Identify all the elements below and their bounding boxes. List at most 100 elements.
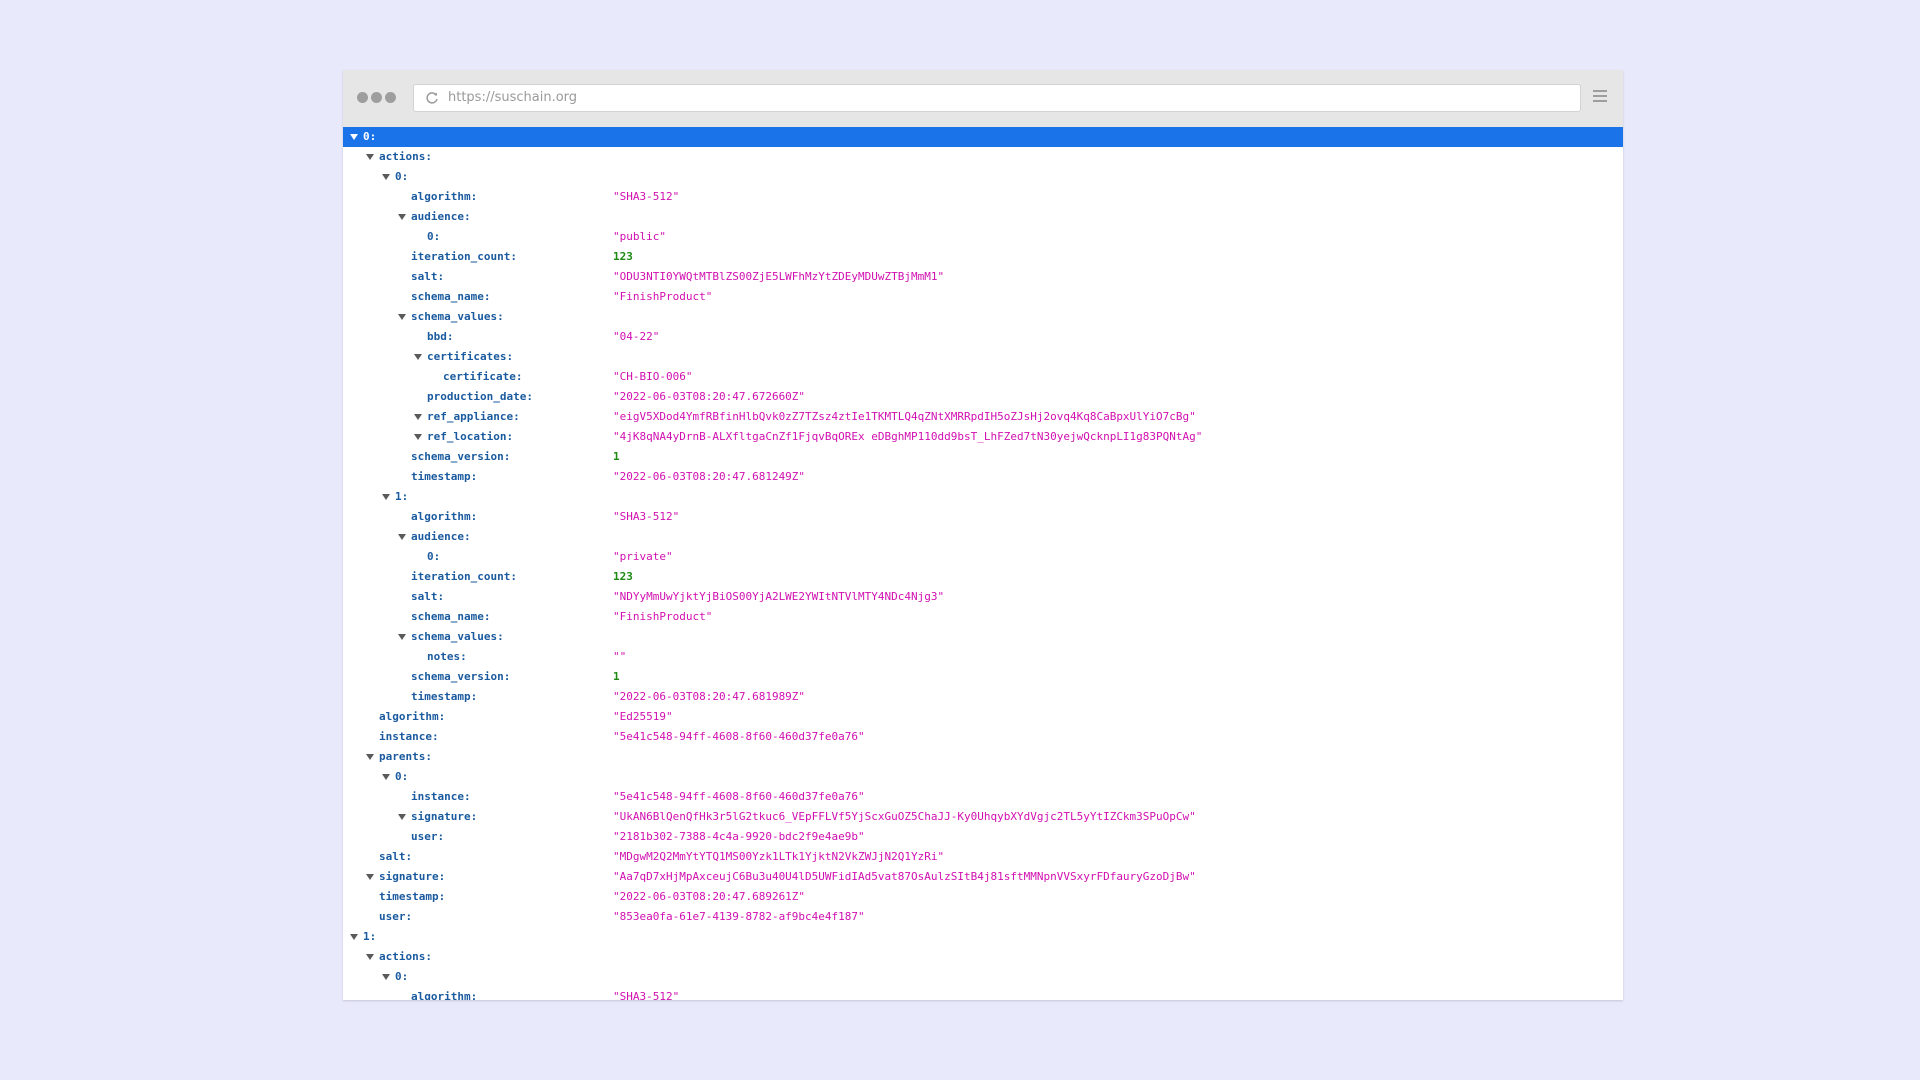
- expand-toggle-icon[interactable]: [413, 427, 423, 447]
- address-bar[interactable]: https://suschain.org: [413, 84, 1581, 112]
- json-row[interactable]: timestamp: "2022-06-03T08:20:47.689261Z": [343, 887, 1623, 907]
- expand-toggle-icon[interactable]: [413, 407, 423, 427]
- json-row[interactable]: audience:: [343, 207, 1623, 227]
- expand-toggle-icon[interactable]: [397, 307, 407, 327]
- json-row[interactable]: ref_location: "4jK8qNA4yDrnB-ALXfltgaCnZf…: [343, 427, 1623, 447]
- json-row[interactable]: iteration_count: 123: [343, 567, 1623, 587]
- json-row[interactable]: actions:: [343, 147, 1623, 167]
- json-key: 0:: [363, 130, 377, 143]
- json-row[interactable]: schema_name: "FinishProduct": [343, 607, 1623, 627]
- json-row[interactable]: timestamp: "2022-06-03T08:20:47.681989Z": [343, 687, 1623, 707]
- expand-toggle-icon[interactable]: [397, 527, 407, 547]
- reload-icon[interactable]: [424, 90, 440, 106]
- json-value: "04-22": [613, 330, 660, 343]
- json-row[interactable]: actions:: [343, 947, 1623, 967]
- json-value: 1: [613, 450, 620, 463]
- json-value: "FinishProduct": [613, 610, 713, 623]
- expand-toggle-icon[interactable]: [349, 927, 359, 947]
- json-value: "853ea0fa-61e7-4139-8782-af9bc4e4f187": [613, 910, 865, 923]
- json-key: audience:: [411, 530, 471, 543]
- json-row[interactable]: 0: "private": [343, 547, 1623, 567]
- json-key: schema_version:: [411, 450, 511, 463]
- json-row[interactable]: certificate: "CH-BIO-006": [343, 367, 1623, 387]
- json-key: production_date:: [427, 390, 533, 403]
- json-row[interactable]: salt: "MDgwM2Q2MmYtYTQ1MS00Yzk1LTk1YjktN2…: [343, 847, 1623, 867]
- json-key: notes:: [427, 650, 467, 663]
- json-key: signature:: [379, 870, 446, 883]
- json-row[interactable]: timestamp: "2022-06-03T08:20:47.681249Z": [343, 467, 1623, 487]
- json-row[interactable]: certificates:: [343, 347, 1623, 367]
- expand-toggle-icon[interactable]: [365, 747, 375, 767]
- expand-toggle-icon[interactable]: [381, 767, 391, 787]
- expand-toggle-icon[interactable]: [413, 347, 423, 367]
- json-key: schema_values:: [411, 630, 504, 643]
- json-row[interactable]: instance: "5e41c548-94ff-4608-8f60-460d37…: [343, 727, 1623, 747]
- json-row[interactable]: production_date: "2022-06-03T08:20:47.672…: [343, 387, 1623, 407]
- json-row[interactable]: iteration_count: 123: [343, 247, 1623, 267]
- json-value: "NDYyMmUwYjktYjBiOS00YjA2LWE2YWItNTVlMTY…: [613, 590, 945, 603]
- json-value: "Aa7qD7xHjMpAxceujC6Bu3u40U4lD5UWFidIAd5…: [613, 870, 1196, 883]
- json-value: "CH-BIO-006": [613, 370, 693, 383]
- expand-toggle-icon[interactable]: [365, 147, 375, 167]
- json-row[interactable]: 1:: [343, 927, 1623, 947]
- expand-toggle-icon[interactable]: [349, 127, 359, 147]
- window-dot-3[interactable]: [385, 92, 396, 103]
- url-text: https://suschain.org: [448, 90, 578, 105]
- json-key: actions:: [379, 150, 432, 163]
- json-key: actions:: [379, 950, 432, 963]
- expand-toggle-icon[interactable]: [397, 807, 407, 827]
- json-key: 0:: [427, 550, 441, 563]
- json-row[interactable]: algorithm: "SHA3-512": [343, 987, 1623, 1000]
- json-row[interactable]: algorithm: "Ed25519": [343, 707, 1623, 727]
- json-key: algorithm:: [411, 190, 478, 203]
- json-key: 0:: [395, 770, 409, 783]
- expand-toggle-icon[interactable]: [365, 867, 375, 887]
- json-row[interactable]: user: "853ea0fa-61e7-4139-8782-af9bc4e4f1…: [343, 907, 1623, 927]
- json-row[interactable]: schema_version: 1: [343, 447, 1623, 467]
- json-row[interactable]: algorithm: "SHA3-512": [343, 187, 1623, 207]
- json-row[interactable]: 0:: [343, 167, 1623, 187]
- expand-toggle-icon[interactable]: [397, 627, 407, 647]
- json-row[interactable]: salt: "NDYyMmUwYjktYjBiOS00YjA2LWE2YWItNT…: [343, 587, 1623, 607]
- window-dot-2[interactable]: [371, 92, 382, 103]
- expand-toggle-icon[interactable]: [381, 167, 391, 187]
- json-value: "2022-06-03T08:20:47.689261Z": [613, 890, 806, 903]
- json-value: "private": [613, 550, 673, 563]
- json-row[interactable]: signature: "UkAN6BlQenQfHk3r5lG2tkuc6_VEp…: [343, 807, 1623, 827]
- json-row[interactable]: user: "2181b302-7388-4c4a-9920-bdc2f9e4ae…: [343, 827, 1623, 847]
- window-dot-1[interactable]: [357, 92, 368, 103]
- json-key: certificate:: [443, 370, 523, 383]
- json-row[interactable]: 1:: [343, 487, 1623, 507]
- json-row[interactable]: 0:: [343, 967, 1623, 987]
- json-row[interactable]: notes: "": [343, 647, 1623, 667]
- json-row[interactable]: algorithm: "SHA3-512": [343, 507, 1623, 527]
- json-row[interactable]: schema_version: 1: [343, 667, 1623, 687]
- json-key: schema_name:: [411, 290, 491, 303]
- json-row[interactable]: 0: "public": [343, 227, 1623, 247]
- json-key: salt:: [411, 270, 445, 283]
- json-row[interactable]: ref_appliance: "eigV5XDod4YmfRBfinHlbQvk0…: [343, 407, 1623, 427]
- browser-titlebar: https://suschain.org: [343, 70, 1623, 127]
- json-row[interactable]: schema_values:: [343, 307, 1623, 327]
- json-row[interactable]: audience:: [343, 527, 1623, 547]
- json-row[interactable]: bbd: "04-22": [343, 327, 1623, 347]
- json-row[interactable]: 0:: [343, 767, 1623, 787]
- expand-toggle-icon[interactable]: [381, 487, 391, 507]
- expand-toggle-icon[interactable]: [365, 947, 375, 967]
- json-row[interactable]: 0:: [343, 127, 1623, 147]
- json-key: salt:: [379, 850, 413, 863]
- json-row[interactable]: signature: "Aa7qD7xHjMpAxceujC6Bu3u40U4lD…: [343, 867, 1623, 887]
- menu-icon[interactable]: [1593, 90, 1607, 106]
- json-row[interactable]: salt: "ODU3NTI0YWQtMTBlZS00ZjE5LWFhMzYtZD…: [343, 267, 1623, 287]
- json-key: timestamp:: [411, 690, 478, 703]
- json-key: ref_appliance:: [427, 410, 520, 423]
- json-row[interactable]: parents:: [343, 747, 1623, 767]
- json-key: schema_version:: [411, 670, 511, 683]
- json-row[interactable]: schema_name: "FinishProduct": [343, 287, 1623, 307]
- json-key: 1:: [363, 930, 377, 943]
- expand-toggle-icon[interactable]: [397, 207, 407, 227]
- json-key: 1:: [395, 490, 409, 503]
- json-row[interactable]: instance: "5e41c548-94ff-4608-8f60-460d37…: [343, 787, 1623, 807]
- expand-toggle-icon[interactable]: [381, 967, 391, 987]
- json-row[interactable]: schema_values:: [343, 627, 1623, 647]
